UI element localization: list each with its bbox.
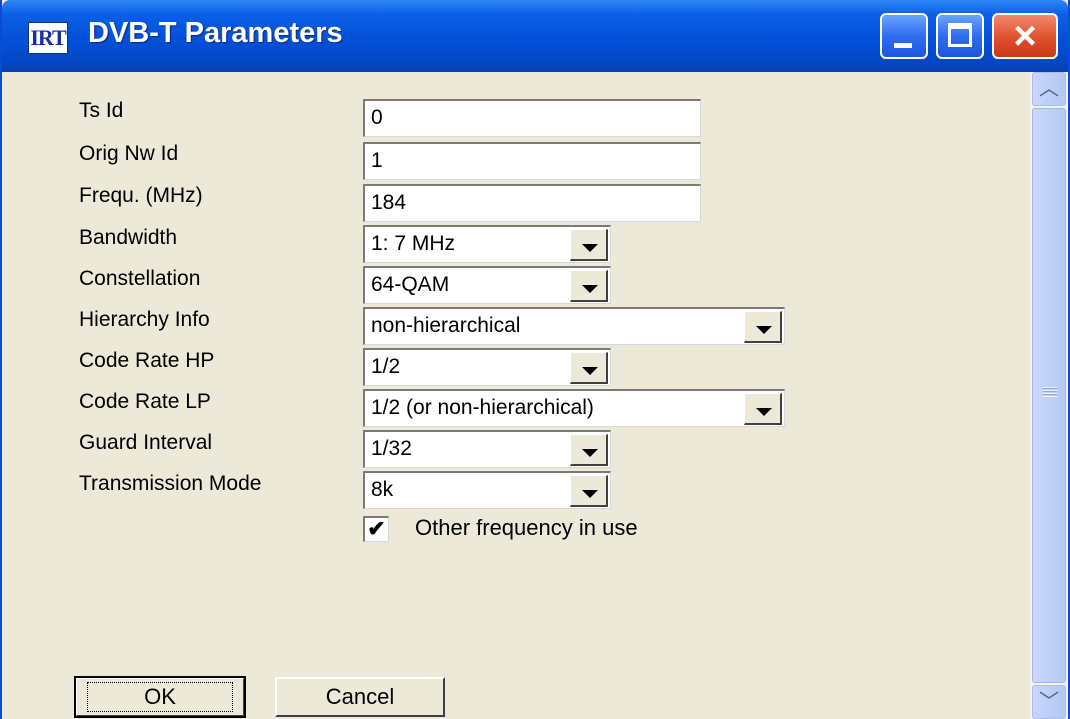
code-rate-lp-value: 1/2 (or non-hierarchical) [371,396,594,419]
dvbt-parameters-window: IRT DVB-T Parameters × Ts Id 0 Orig Nw I… [0,0,1070,719]
guard-interval-label: Guard Interval [79,431,213,454]
chevron-down-icon [582,490,598,498]
frequency-label: Frequ. (MHz) [79,184,203,207]
maximize-icon [948,23,972,47]
code-rate-hp-dropdown-button[interactable] [570,352,608,384]
code-rate-lp-label: Code Rate LP [79,390,211,413]
code-rate-hp-select[interactable]: 1/2 [363,348,611,386]
app-icon[interactable]: IRT [28,22,68,54]
ts-id-field[interactable]: 0 [363,99,701,137]
transmission-mode-value: 8k [371,478,394,501]
ts-id-label: Ts Id [79,99,124,122]
transmission-mode-select[interactable]: 8k [363,471,611,509]
scrollbar-thumb[interactable] [1032,108,1066,683]
hierarchy-info-label: Hierarchy Info [79,308,210,331]
hierarchy-info-value: non-hierarchical [371,314,521,337]
guard-interval-select[interactable]: 1/32 [363,430,611,468]
chevron-down-icon [756,408,772,416]
transmission-mode-dropdown-button[interactable] [570,475,608,507]
minimize-icon [894,43,912,48]
dialog-body: Ts Id 0 Orig Nw Id 1 Frequ. (MHz) 184 Ba… [2,72,1068,719]
constellation-dropdown-button[interactable] [570,270,608,302]
close-icon: × [1013,14,1037,58]
chevron-down-icon [582,285,598,293]
bandwidth-dropdown-button[interactable] [570,229,608,261]
title-bar[interactable]: IRT DVB-T Parameters × [2,0,1068,72]
scroll-up-button[interactable]: ︿ [1032,72,1066,106]
chevron-down-icon [582,367,598,375]
bandwidth-value: 1: 7 MHz [371,232,456,255]
frequency-field[interactable]: 184 [363,184,701,222]
bandwidth-select[interactable]: 1: 7 MHz [363,225,611,263]
maximize-button[interactable] [936,13,984,59]
chevron-down-icon: ﹀ [1039,691,1059,713]
cancel-button[interactable]: Cancel [275,677,445,717]
transmission-mode-label: Transmission Mode [79,472,262,495]
scroll-down-button[interactable]: ﹀ [1032,685,1066,719]
code-rate-hp-value: 1/2 [371,355,401,378]
chevron-down-icon [756,326,772,334]
guard-interval-dropdown-button[interactable] [570,434,608,466]
other-frequency-label[interactable]: Other frequency in use [415,515,638,541]
grip-icon [1043,387,1057,397]
code-rate-lp-select[interactable]: 1/2 (or non-hierarchical) [363,389,785,427]
constellation-value: 64-QAM [371,273,450,296]
orig-nw-id-field[interactable]: 1 [363,142,701,180]
constellation-select[interactable]: 64-QAM [363,266,611,304]
hierarchy-info-dropdown-button[interactable] [744,311,782,343]
other-frequency-checkbox[interactable]: ✔ [363,516,389,542]
orig-nw-id-label: Orig Nw Id [79,142,179,165]
ok-button[interactable]: OK [74,676,246,718]
constellation-label: Constellation [79,267,201,290]
close-button[interactable]: × [992,13,1058,59]
window-title: DVB-T Parameters [88,17,343,49]
chevron-down-icon [582,449,598,457]
minimize-button[interactable] [880,13,928,59]
guard-interval-value: 1/32 [371,437,412,460]
bandwidth-label: Bandwidth [79,226,178,249]
code-rate-hp-label: Code Rate HP [79,349,215,372]
hierarchy-info-select[interactable]: non-hierarchical [363,307,785,345]
chevron-down-icon [582,244,598,252]
ok-button-label: OK [87,682,233,712]
vertical-scrollbar[interactable]: ︿ ﹀ [1030,72,1068,719]
chevron-up-icon: ︿ [1039,78,1059,100]
code-rate-lp-dropdown-button[interactable] [744,393,782,425]
checkmark-icon: ✔ [367,516,386,541]
cancel-button-label: Cancel [325,684,395,709]
